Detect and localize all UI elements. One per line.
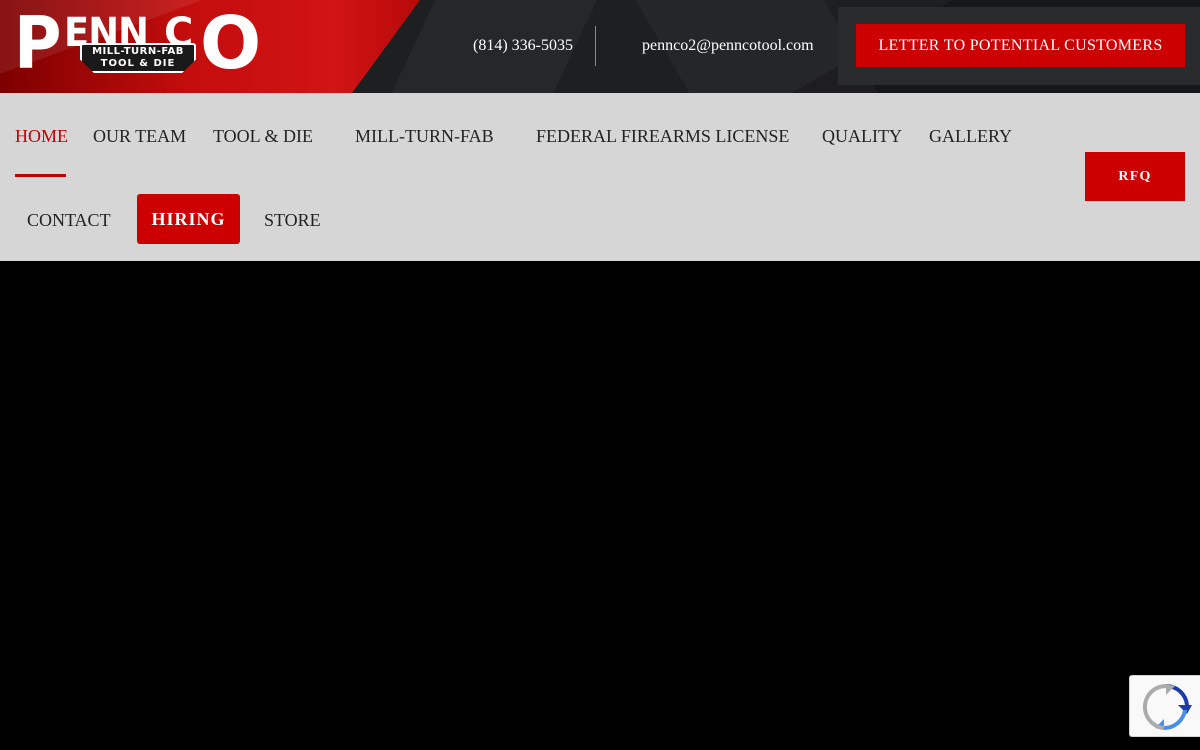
nav-item-federal-firearms-license[interactable]: FEDERAL FIREARMS LICENSE [536,125,789,147]
nav-item-home[interactable]: HOME [15,125,68,147]
topbar-divider [595,26,596,66]
hero-area [0,261,1200,750]
nav-item-contact[interactable]: CONTACT [27,209,111,231]
recaptcha-icon [1142,684,1192,730]
recaptcha-badge[interactable] [1129,675,1200,737]
nav-item-gallery[interactable]: GALLERY [929,125,1012,147]
rfq-button[interactable]: RFQ [1085,152,1185,201]
logo-tagline-1: MILL-TURN-FAB [92,46,184,57]
nav-item-tool-and-die[interactable]: TOOL & DIE [213,125,313,147]
logo-letter-o: O [200,1,262,85]
nav-active-indicator [15,174,66,177]
nav-item-mill-turn-fab[interactable]: MILL-TURN-FAB [355,125,494,147]
letter-to-customers-button[interactable]: LETTER TO POTENTIAL CUSTOMERS [856,24,1185,67]
phone-link[interactable]: (814) 336-5035 [473,36,573,56]
nav-item-our-team[interactable]: OUR TEAM [93,125,186,147]
nav-item-hiring[interactable]: HIRING [137,194,240,244]
main-nav: HOME OUR TEAM TOOL & DIE MILL-TURN-FAB F… [0,93,1200,261]
nav-item-quality[interactable]: QUALITY [822,125,902,147]
logo-badge: MILL-TURN-FAB TOOL & DIE [80,43,196,73]
logo-tagline-2: TOOL & DIE [100,58,176,69]
logo-letter-p: P [14,1,61,85]
email-link[interactable]: pennco2@penncotool.com [642,36,814,56]
nav-item-store[interactable]: STORE [264,209,321,231]
top-bar: P ENN C O MILL-TURN-FAB TOOL & DIE (814)… [0,0,1200,93]
site-logo[interactable]: P ENN C O MILL-TURN-FAB TOOL & DIE [14,7,264,79]
